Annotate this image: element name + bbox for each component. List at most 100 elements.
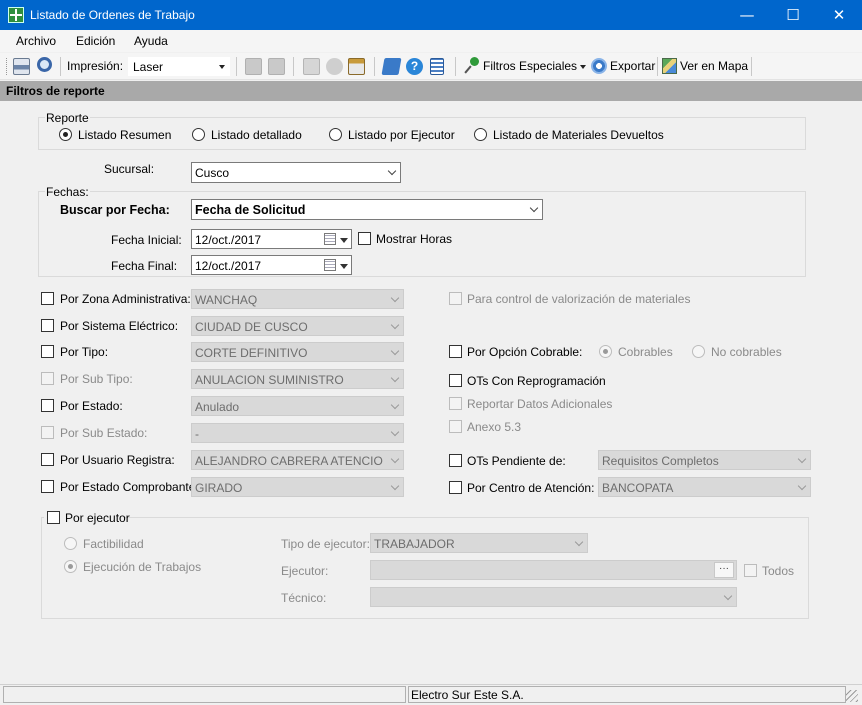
filter-0-checkbox[interactable] xyxy=(41,292,54,305)
pin-icon[interactable] xyxy=(464,57,480,74)
chevron-down-icon[interactable] xyxy=(340,238,348,243)
calendar-icon[interactable] xyxy=(324,233,336,245)
radio-materiales-devueltos[interactable] xyxy=(474,128,487,141)
filtros-especiales-button[interactable]: Filtros Especiales xyxy=(483,59,577,73)
radio-listado-ejecutor[interactable] xyxy=(329,128,342,141)
radio-ejecucion-label: Ejecución de Trabajos xyxy=(83,560,202,574)
ejecutor-label: Ejecutor: xyxy=(281,564,329,578)
ejecutor-search-button[interactable]: ··· xyxy=(714,562,734,578)
tipo-ejecutor-select: TRABAJADOR xyxy=(370,533,588,553)
centro-atencion-checkbox[interactable] xyxy=(449,481,462,494)
radio-listado-resumen[interactable] xyxy=(59,128,72,141)
chevron-down-icon[interactable] xyxy=(340,264,348,269)
pendiente-checkbox[interactable] xyxy=(449,454,462,467)
reprogramacion-checkbox[interactable] xyxy=(449,374,462,387)
paste-icon[interactable] xyxy=(348,58,365,75)
radio-listado-detallado[interactable] xyxy=(192,128,205,141)
sucursal-select[interactable]: Cusco xyxy=(191,162,401,183)
minimize-button[interactable]: — xyxy=(724,0,770,30)
disabled-tool-icon xyxy=(245,58,262,75)
tecnico-select xyxy=(370,587,737,607)
centro-atencion-value: BANCOPATA xyxy=(602,481,674,495)
reprogramacion-label: OTs Con Reprogramación xyxy=(467,374,606,388)
filter-4-checkbox[interactable] xyxy=(41,399,54,412)
filter-5-value: - xyxy=(195,427,199,441)
mostrar-horas-checkbox[interactable] xyxy=(358,232,371,245)
pendiente-value: Requisitos Completos xyxy=(602,454,719,468)
printer-select[interactable]: Laser xyxy=(128,57,230,76)
status-company: Electro Sur Este S.A. xyxy=(411,688,524,702)
chevron-down-icon xyxy=(530,206,539,212)
resize-grip[interactable] xyxy=(846,690,858,702)
radio-listado-detallado-label: Listado detallado xyxy=(211,128,302,142)
radio-factibilidad-label: Factibilidad xyxy=(83,537,144,551)
calendar-icon[interactable] xyxy=(324,259,336,271)
print-icon[interactable] xyxy=(13,58,30,75)
chevron-down-icon xyxy=(219,65,225,69)
copy-icon xyxy=(303,58,320,75)
fecha-inicial-picker[interactable]: 12/oct./2017 xyxy=(191,229,352,249)
fecha-final-label: Fecha Final: xyxy=(111,259,178,273)
filter-1-value: CIUDAD DE CUSCO xyxy=(195,320,308,334)
datos-adicionales-checkbox xyxy=(449,397,462,410)
exportar-button[interactable]: Exportar xyxy=(610,59,655,73)
pendiente-label: OTs Pendiente de: xyxy=(467,454,566,468)
fechas-legend: Fechas: xyxy=(45,185,90,199)
impresion-label: Impresión: xyxy=(67,59,124,73)
radio-factibilidad xyxy=(64,537,77,550)
filter-7-value: GIRADO xyxy=(195,481,243,495)
ver-en-mapa-button[interactable]: Ver en Mapa xyxy=(680,59,748,73)
por-ejecutor-label: Por ejecutor xyxy=(65,511,130,525)
help-icon[interactable]: ? xyxy=(406,58,423,75)
chevron-down-icon xyxy=(388,169,397,175)
filter-3-value: ANULACION SUMINISTRO xyxy=(195,373,344,387)
chevron-down-icon xyxy=(798,484,807,490)
filter-2-checkbox[interactable] xyxy=(41,345,54,358)
toolbar-grip xyxy=(6,58,9,75)
filter-4-label: Por Estado: xyxy=(60,399,123,413)
filter-2-select: CORTE DEFINITIVO xyxy=(191,342,404,362)
filter-3-select: ANULACION SUMINISTRO xyxy=(191,369,404,389)
todos-checkbox xyxy=(744,564,757,577)
chevron-down-icon xyxy=(391,484,400,490)
chevron-down-icon xyxy=(391,349,400,355)
opcion-cobrable-checkbox[interactable] xyxy=(449,345,462,358)
toolbar-separator xyxy=(455,57,456,76)
menu-ayuda[interactable]: Ayuda xyxy=(134,34,168,48)
filter-3-label: Por Sub Tipo: xyxy=(60,372,133,386)
filter-5-label: Por Sub Estado: xyxy=(60,426,148,440)
close-button[interactable]: ✕ xyxy=(816,0,862,30)
filter-1-checkbox[interactable] xyxy=(41,319,54,332)
filter-7-checkbox[interactable] xyxy=(41,480,54,493)
filter-6-checkbox[interactable] xyxy=(41,453,54,466)
menu-edicion[interactable]: Edición xyxy=(76,34,115,48)
por-ejecutor-checkbox[interactable] xyxy=(47,511,60,524)
print-preview-icon[interactable] xyxy=(37,57,52,72)
fecha-inicial-label: Fecha Inicial: xyxy=(111,233,182,247)
report-icon[interactable] xyxy=(381,58,402,75)
chevron-down-icon xyxy=(391,376,400,382)
fecha-final-picker[interactable]: 12/oct./2017 xyxy=(191,255,352,275)
sucursal-value: Cusco xyxy=(195,166,230,180)
filter-6-select: ALEJANDRO CABRERA ATENCIO xyxy=(191,450,404,470)
printer-select-value: Laser xyxy=(133,60,164,74)
control-valorizacion-label: Para control de valorización de material… xyxy=(467,292,691,306)
anexo-checkbox xyxy=(449,420,462,433)
radio-materiales-devueltos-label: Listado de Materiales Devueltos xyxy=(493,128,664,142)
filter-4-select: Anulado xyxy=(191,396,404,416)
map-icon[interactable] xyxy=(662,58,677,74)
toolbar-separator xyxy=(236,57,237,76)
maximize-button[interactable]: ☐ xyxy=(770,0,816,30)
toolbar-separator xyxy=(374,57,375,76)
centro-atencion-select: BANCOPATA xyxy=(598,477,811,497)
calculator-icon[interactable] xyxy=(430,58,444,75)
buscar-fecha-select[interactable]: Fecha de Solicitud xyxy=(191,199,543,220)
chevron-down-icon[interactable] xyxy=(580,65,586,69)
anexo-label: Anexo 5.3 xyxy=(467,420,522,434)
gear-icon[interactable] xyxy=(591,58,607,74)
filter-7-select: GIRADO xyxy=(191,477,404,497)
chevron-down-icon xyxy=(798,457,807,463)
menu-archivo[interactable]: Archivo xyxy=(16,34,56,48)
filter-5-checkbox xyxy=(41,426,54,439)
control-valorizacion-checkbox xyxy=(449,292,462,305)
